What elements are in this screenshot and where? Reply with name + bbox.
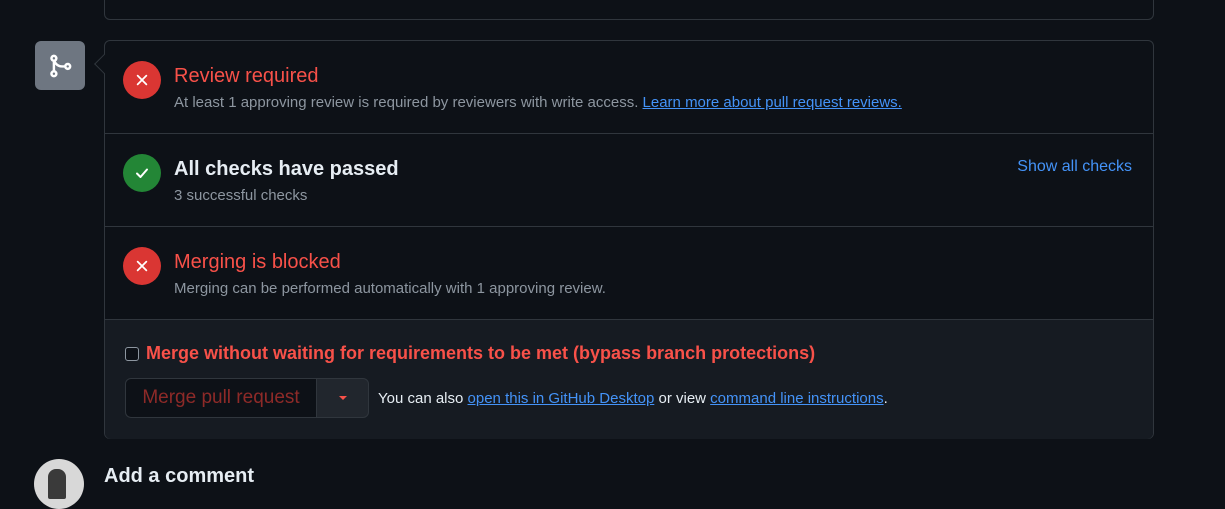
merge-dropdown-button[interactable] [317, 378, 369, 418]
review-required-section: Review required At least 1 approving rev… [105, 41, 1153, 134]
bypass-row: Merge without waiting for requirements t… [125, 343, 815, 364]
x-icon [123, 61, 161, 99]
git-merge-icon [35, 41, 85, 90]
also-text: You can also open this in GitHub Desktop… [378, 390, 888, 407]
merge-box: Review required At least 1 approving rev… [94, 40, 1154, 439]
merge-button-group: Merge pull request [125, 378, 369, 418]
show-all-checks-link[interactable]: Show all checks [1017, 158, 1132, 176]
review-required-title: Review required [174, 65, 319, 87]
command-line-link[interactable]: command line instructions [710, 390, 883, 407]
checks-title: All checks have passed [174, 158, 399, 180]
comment-row: Add a comment [34, 459, 254, 509]
bypass-checkbox[interactable] [125, 346, 139, 361]
merge-blocked-title: Merging is blocked [174, 251, 341, 273]
merge-blocked-section: Merging is blocked Merging can be perfor… [105, 227, 1153, 320]
github-desktop-link[interactable]: open this in GitHub Desktop [468, 390, 655, 407]
merge-blocked-desc: Merging can be performed automatically w… [174, 280, 606, 297]
avatar[interactable] [34, 459, 84, 509]
triangle-down-icon [338, 396, 347, 400]
previous-timeline-box [104, 0, 1154, 20]
add-comment-title: Add a comment [104, 464, 255, 487]
x-icon [123, 247, 161, 285]
checks-section: All checks have passed 3 successful chec… [105, 134, 1153, 227]
check-icon [123, 154, 161, 192]
review-required-desc: At least 1 approving review is required … [174, 94, 902, 111]
bypass-label[interactable]: Merge without waiting for requirements t… [146, 343, 815, 364]
merge-pull-request-button[interactable]: Merge pull request [125, 378, 317, 418]
learn-more-link[interactable]: Learn more about pull request reviews. [643, 94, 902, 111]
checks-desc: 3 successful checks [174, 187, 308, 204]
